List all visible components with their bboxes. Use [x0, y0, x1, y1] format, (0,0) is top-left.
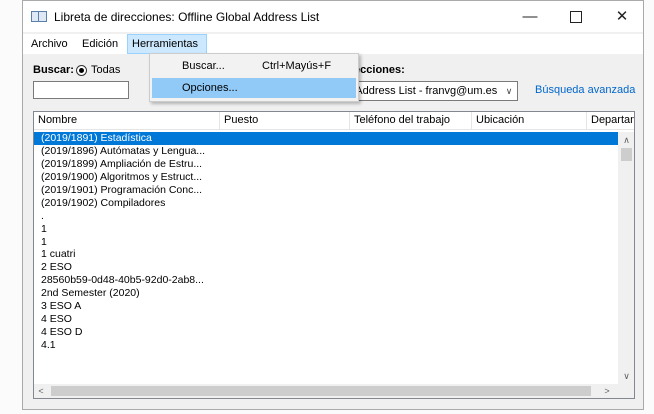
list-item[interactable]: 2 ESO [34, 261, 618, 274]
list-item[interactable]: 4 ESO D [34, 326, 618, 339]
column-telefono[interactable]: Teléfono del trabajo [350, 112, 472, 129]
list-item[interactable]: 4 ESO [34, 313, 618, 326]
list-item[interactable]: 3 ESO A [34, 300, 618, 313]
title-bar: Libreta de direcciones: Offline Global A… [23, 1, 643, 32]
address-book-icon [31, 11, 47, 22]
horizontal-scrollbar[interactable]: < > [34, 384, 618, 398]
scrollbar-corner [618, 384, 634, 398]
menu-item-buscar-shortcut: Ctrl+Mayús+F [262, 60, 332, 72]
menu-item-buscar[interactable]: Buscar... Ctrl+Mayús+F [152, 56, 356, 76]
close-button[interactable]: ✕ [599, 1, 645, 32]
radio-todas[interactable] [76, 65, 87, 76]
list-item[interactable]: (2019/1902) Compiladores [34, 197, 618, 210]
list-item[interactable]: (2019/1900) Algoritmos y Estruct... [34, 171, 618, 184]
list-item[interactable]: (2019/1891) Estadística [34, 132, 618, 145]
menu-item-buscar-label: Buscar... [182, 60, 225, 72]
list-item[interactable]: 4.1 [34, 339, 618, 352]
address-book-window: Libreta de direcciones: Offline Global A… [22, 0, 644, 410]
menu-item-opciones[interactable]: Opciones... [152, 78, 356, 98]
list-item[interactable]: (2019/1896) Autómatas y Lengua... [34, 145, 618, 158]
minimize-button[interactable]: — [507, 1, 553, 32]
list-item[interactable]: 2nd Semester (2020) [34, 287, 618, 300]
menu-item-opciones-label: Opciones... [182, 82, 238, 94]
list-item[interactable]: 28560b59-0d48-40b5-92d0-2ab8... [34, 274, 618, 287]
menu-edicion[interactable]: Edición [78, 34, 122, 54]
horizontal-scroll-thumb[interactable] [51, 386, 591, 396]
list-item[interactable]: . [34, 210, 618, 223]
scroll-left-icon[interactable]: < [34, 383, 48, 398]
chevron-down-icon: ∨ [503, 82, 515, 100]
search-input[interactable] [33, 81, 129, 99]
column-ubicacion[interactable]: Ubicación [472, 112, 587, 129]
vertical-scroll-thumb[interactable] [621, 148, 632, 161]
herramientas-dropdown: Buscar... Ctrl+Mayús+F Opciones... [149, 53, 359, 102]
list-item[interactable]: 1 [34, 236, 618, 249]
scroll-down-icon[interactable]: ∨ [618, 368, 634, 384]
list-header: Nombre Puesto Teléfono del trabajo Ubica… [34, 112, 634, 130]
list-item[interactable]: (2019/1901) Programación Conc... [34, 184, 618, 197]
maximize-button[interactable] [553, 1, 599, 32]
contacts-list: Nombre Puesto Teléfono del trabajo Ubica… [33, 111, 635, 399]
scroll-right-icon[interactable]: > [600, 383, 614, 398]
list-item[interactable]: (2019/1899) Ampliación de Estru... [34, 158, 618, 171]
list-item[interactable]: 1 [34, 223, 618, 236]
column-puesto[interactable]: Puesto [220, 112, 350, 129]
window-title: Libreta de direcciones: Offline Global A… [54, 10, 320, 24]
list-item[interactable]: 1 cuatri [34, 248, 618, 261]
search-label: Buscar: [33, 64, 74, 76]
radio-todas-label: Todas [91, 64, 121, 76]
vertical-scrollbar[interactable]: ∧ ∨ [618, 132, 634, 384]
menu-herramientas[interactable]: Herramientas [127, 34, 207, 54]
advanced-search-link[interactable]: Búsqueda avanzada [535, 84, 635, 96]
scroll-up-icon[interactable]: ∧ [618, 132, 634, 148]
column-departamento[interactable]: Departan [587, 112, 634, 129]
maximize-icon [570, 11, 582, 24]
column-nombre[interactable]: Nombre [34, 112, 220, 129]
menu-archivo[interactable]: Archivo [27, 34, 72, 54]
menu-bar: Archivo Edición Herramientas [23, 34, 643, 54]
list-rows: (2019/1891) Estadística (2019/1896) Autó… [34, 132, 618, 384]
